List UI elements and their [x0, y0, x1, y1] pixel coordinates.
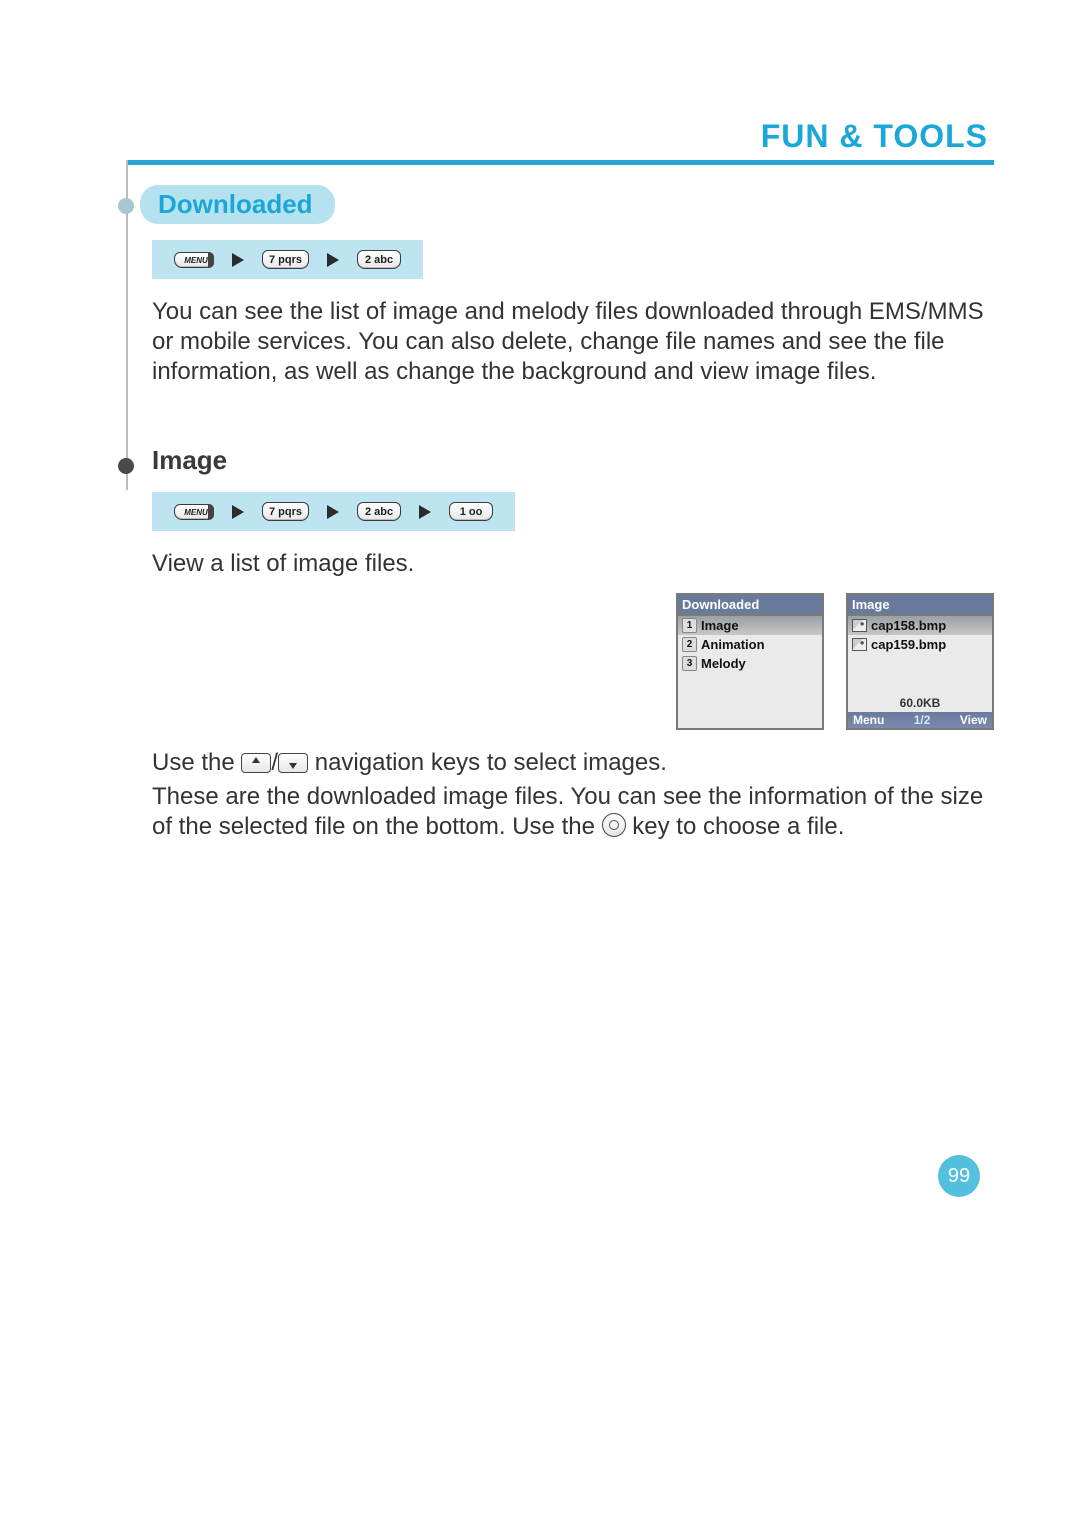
softkey-bar: Menu 1/2 View — [848, 712, 992, 728]
image-file-icon — [852, 619, 867, 632]
text-fragment: These are the downloaded image files. Yo… — [152, 783, 983, 840]
softkey-mid: 1/2 — [914, 713, 931, 727]
section-downloaded: Downloaded MENU 7 pqrs 2 abc You can see… — [126, 185, 994, 387]
section-heading-downloaded: Downloaded — [140, 185, 335, 224]
downloaded-body-text: You can see the list of image and melody… — [152, 297, 994, 387]
image-tail-text-2: These are the downloaded image files. Yo… — [152, 782, 994, 842]
page-title: FUN & TOOLS — [761, 118, 988, 155]
menu-key-icon: MENU — [174, 252, 214, 268]
list-item: cap158.bmp — [848, 616, 992, 635]
section-heading-image: Image — [152, 445, 227, 475]
list-item: 3 Melody — [678, 654, 822, 673]
list-item: 1 Image — [678, 616, 822, 635]
arrow-right-icon — [232, 505, 244, 519]
header-rule — [126, 160, 994, 165]
key-1-icon: 1 oo — [449, 502, 493, 521]
arrow-right-icon — [419, 505, 431, 519]
key-sequence-downloaded: MENU 7 pqrs 2 abc — [152, 240, 423, 279]
text-fragment: key to choose a file. — [632, 813, 844, 840]
key-7-icon: 7 pqrs — [262, 250, 309, 269]
softkey-right: View — [960, 713, 987, 727]
list-item: cap159.bmp — [848, 635, 992, 654]
bullet-icon — [118, 198, 134, 214]
section-image: Image MENU 7 pqrs 2 abc 1 oo View a list… — [126, 445, 994, 842]
file-name: cap159.bmp — [871, 637, 946, 652]
nav-down-key-icon — [278, 753, 308, 773]
nav-up-key-icon — [241, 753, 271, 773]
file-name: cap158.bmp — [871, 618, 946, 633]
arrow-right-icon — [232, 253, 244, 267]
image-tail-text-1: Use the / navigation keys to select imag… — [152, 748, 994, 778]
arrow-right-icon — [327, 505, 339, 519]
screenshot-title: Image — [848, 595, 992, 616]
list-number-icon: 2 — [682, 637, 697, 652]
list-label: Image — [701, 618, 739, 633]
key-2-icon: 2 abc — [357, 250, 401, 269]
image-intro-text: View a list of image files. — [152, 549, 994, 579]
list-number-icon: 3 — [682, 656, 697, 671]
list-label: Animation — [701, 637, 765, 652]
file-size-label: 60.0KB — [848, 694, 992, 712]
screenshot-title: Downloaded — [678, 595, 822, 616]
softkey-left: Menu — [853, 713, 884, 727]
list-label: Melody — [701, 656, 746, 671]
list-item: 2 Animation — [678, 635, 822, 654]
text-fragment: navigation keys to select images. — [315, 749, 667, 776]
text-fragment: Use the — [152, 749, 241, 776]
phone-screenshots: Downloaded 1 Image 2 Animation 3 Melody — [126, 593, 994, 730]
bullet-icon — [118, 458, 134, 474]
arrow-right-icon — [327, 253, 339, 267]
key-7-icon: 7 pqrs — [262, 502, 309, 521]
screenshot-image-list: Image cap158.bmp cap159.bmp 60.0KB — [846, 593, 994, 730]
screenshot-downloaded-menu: Downloaded 1 Image 2 Animation 3 Melody — [676, 593, 824, 730]
nav-center-key-icon — [602, 813, 626, 837]
key-sequence-image: MENU 7 pqrs 2 abc 1 oo — [152, 492, 515, 531]
page-number-badge: 99 — [938, 1155, 980, 1197]
menu-key-icon: MENU — [174, 504, 214, 520]
key-2-icon: 2 abc — [357, 502, 401, 521]
list-number-icon: 1 — [682, 618, 697, 633]
image-file-icon — [852, 638, 867, 651]
